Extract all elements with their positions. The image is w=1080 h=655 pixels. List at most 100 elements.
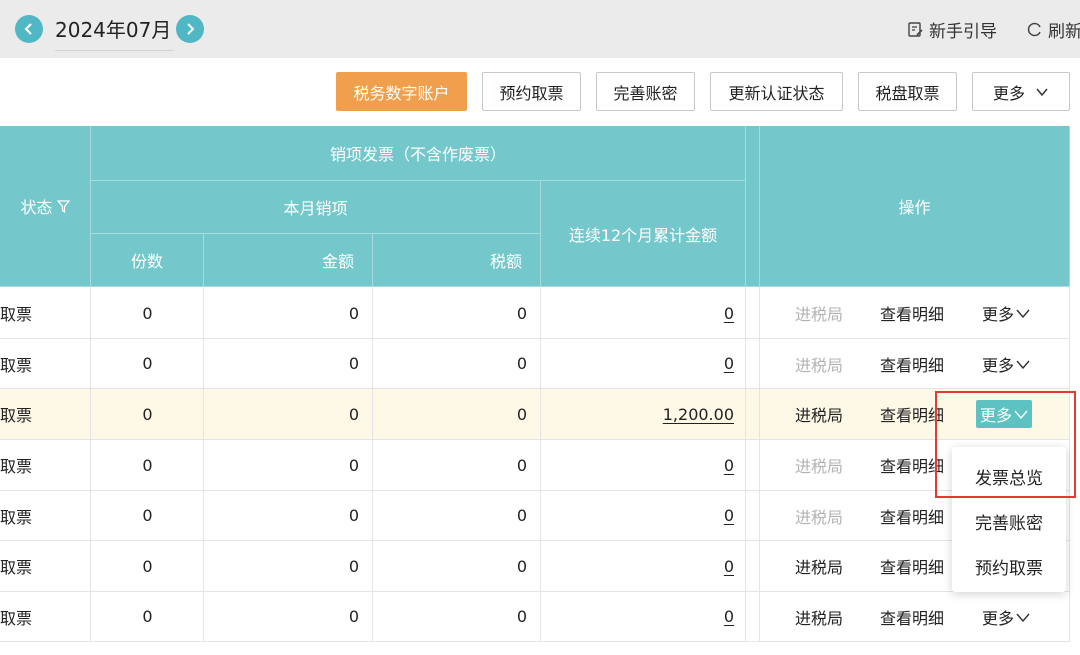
row-divider: [0, 641, 1070, 642]
enter-tax-bureau-link[interactable]: 进税局: [795, 288, 843, 338]
row-status: 取票: [0, 558, 33, 577]
cumulative-link[interactable]: 0: [724, 304, 734, 323]
view-detail-link[interactable]: 查看明细: [880, 491, 944, 540]
row-cumulative: 0: [541, 541, 746, 591]
filter-icon[interactable]: [56, 199, 70, 213]
enter-tax-bureau-link[interactable]: 进税局: [795, 440, 843, 490]
row-tax: 0: [516, 354, 527, 373]
invoice-table: 状态 销项发票（不含作废票） 操作 本月销项 连续12个月累计金额 份数 金额 …: [0, 126, 1070, 646]
chevron-right-icon: [187, 23, 195, 35]
prev-month-button[interactable]: [15, 15, 43, 43]
row-more-button[interactable]: 更多: [982, 339, 1030, 388]
row-count: 0: [142, 303, 153, 323]
count-header: 份数: [91, 234, 204, 287]
row-amount: 0: [348, 607, 359, 626]
sales-invoice-group-header: 销项发票（不含作废票）: [91, 126, 746, 181]
chevron-down-icon: [1016, 360, 1030, 369]
chevron-down-icon: [1016, 309, 1030, 318]
period-label: 2024年07月: [55, 14, 173, 51]
toolbar-more-label: 更多: [992, 83, 1025, 103]
refresh-label: 刷新: [1048, 22, 1080, 42]
amount-header: 金额: [204, 234, 373, 287]
row-cumulative: 1,200.00: [541, 389, 746, 439]
complete-credentials-button[interactable]: 完善账密: [596, 72, 695, 111]
refresh-link[interactable]: 刷新: [1026, 17, 1080, 42]
view-detail-link[interactable]: 查看明细: [880, 541, 944, 591]
next-month-button[interactable]: [176, 15, 204, 43]
row-count: 0: [142, 556, 153, 576]
enter-tax-bureau-link[interactable]: 进税局: [795, 491, 843, 540]
row-status: 取票: [0, 608, 33, 628]
row-cumulative: 0: [541, 440, 746, 490]
col-divider: [759, 287, 760, 642]
row-more-label: 更多: [982, 608, 1015, 628]
row-amount: 0: [348, 404, 359, 424]
row-more-button[interactable]: 更多: [982, 288, 1030, 338]
row-amount: 0: [348, 556, 359, 576]
row-count: 0: [142, 404, 153, 424]
tax-disk-ticket-button[interactable]: 税盘取票: [858, 72, 957, 111]
row-amount: 0: [348, 303, 359, 323]
row-count: 0: [142, 354, 153, 373]
row-cumulative: 0: [541, 339, 746, 388]
view-detail-link[interactable]: 查看明细: [880, 339, 944, 388]
row-amount: 0: [348, 506, 359, 525]
status-header-label: 状态: [20, 198, 53, 217]
row-count: 0: [142, 506, 153, 525]
chevron-down-icon: [1036, 88, 1048, 96]
enter-tax-bureau-link[interactable]: 进税局: [795, 339, 843, 388]
row-amount: 0: [348, 455, 359, 475]
row-count: 0: [142, 455, 153, 475]
cumulative-amount-header: 连续12个月累计金额: [541, 181, 746, 287]
view-detail-link[interactable]: 查看明细: [880, 288, 944, 338]
status-header[interactable]: 状态: [0, 126, 91, 287]
row-tax: 0: [516, 607, 527, 626]
cumulative-link[interactable]: 0: [724, 607, 734, 626]
annotation-highlight-box: [935, 391, 1076, 498]
enter-tax-bureau-link[interactable]: 进税局: [795, 592, 843, 641]
cumulative-link[interactable]: 1,200.00: [663, 405, 734, 424]
row-cumulative: 0: [541, 491, 746, 540]
row-cumulative: 0: [541, 592, 746, 641]
row-tax: 0: [516, 303, 527, 323]
tax-digital-account-button[interactable]: 税务数字账户: [336, 72, 467, 111]
row-tax: 0: [516, 556, 527, 576]
enter-tax-bureau-link[interactable]: 进税局: [795, 389, 843, 439]
chevron-left-icon: [24, 23, 32, 35]
cumulative-link[interactable]: 0: [724, 456, 734, 475]
guide-edit-icon: [908, 22, 923, 37]
enter-tax-bureau-link[interactable]: 进税局: [795, 541, 843, 591]
month-sales-header: 本月销项: [91, 181, 541, 234]
update-certification-button[interactable]: 更新认证状态: [710, 72, 843, 111]
menu-item-complete-credentials[interactable]: 完善账密: [952, 509, 1066, 534]
operations-header: 操作: [760, 126, 1070, 287]
row-status: 取票: [0, 355, 33, 375]
row-more-button[interactable]: 更多: [982, 592, 1030, 641]
tax-header: 税额: [373, 234, 541, 287]
header-spacer: [746, 126, 760, 287]
row-tax: 0: [516, 404, 527, 424]
refresh-icon: [1027, 22, 1041, 37]
view-detail-link[interactable]: 查看明细: [880, 592, 944, 641]
row-status: 取票: [0, 406, 33, 425]
row-status: 取票: [0, 507, 33, 527]
top-bar: 2024年07月 新手引导 刷新: [0, 0, 1080, 58]
reserve-ticket-button[interactable]: 预约取票: [482, 72, 581, 111]
row-tax: 0: [516, 455, 527, 475]
row-tax: 0: [516, 506, 527, 525]
cumulative-link[interactable]: 0: [724, 557, 734, 576]
cumulative-link[interactable]: 0: [724, 354, 734, 373]
row-status: 取票: [0, 457, 33, 476]
guide-label: 新手引导: [929, 22, 997, 42]
row-more-label: 更多: [982, 355, 1015, 375]
row-count: 0: [142, 607, 153, 626]
guide-link[interactable]: 新手引导: [907, 17, 997, 42]
chevron-down-icon: [1016, 613, 1030, 622]
toolbar-more-button[interactable]: 更多: [972, 72, 1070, 111]
row-cumulative: 0: [541, 288, 746, 338]
row-status: 取票: [0, 305, 33, 324]
menu-item-reserve-ticket[interactable]: 预约取票: [952, 554, 1066, 579]
row-amount: 0: [348, 354, 359, 373]
cumulative-link[interactable]: 0: [724, 506, 734, 525]
row-more-label: 更多: [982, 305, 1015, 324]
